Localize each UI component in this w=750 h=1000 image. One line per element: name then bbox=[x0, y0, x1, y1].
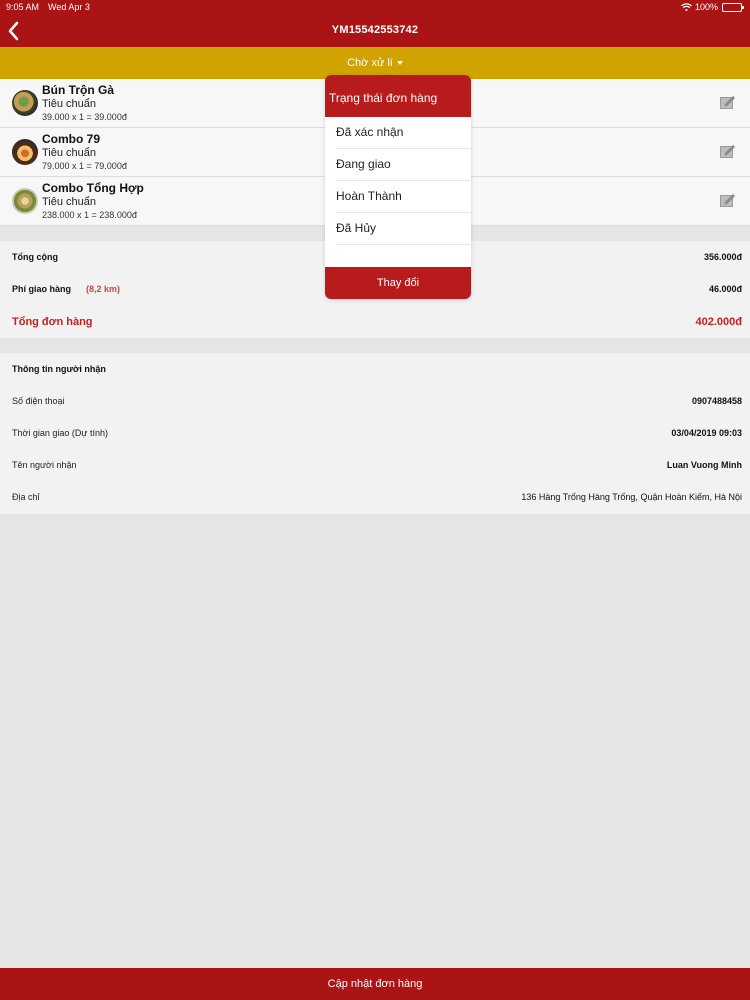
product-variant: Tiêu chuẩn bbox=[42, 196, 97, 208]
subtotal-value: 356.000đ bbox=[703, 252, 742, 262]
address-label: Địa chỉ bbox=[12, 492, 40, 502]
order-id-title: YM15542553742 bbox=[331, 24, 419, 36]
grand-total-label: Tổng đơn hàng bbox=[12, 316, 93, 328]
product-variant: Tiêu chuẩn bbox=[42, 98, 97, 110]
shipping-value: 46.000đ bbox=[708, 284, 742, 294]
order-status-label: Chờ xử lí bbox=[347, 57, 393, 69]
product-thumbnail bbox=[12, 139, 38, 165]
order-status-popup: Trạng thái đơn hàng Đã xác nhận Đang gia… bbox=[325, 75, 471, 299]
product-name: Combo Tổng Hợp bbox=[42, 181, 144, 195]
phone-value: 0907488458 bbox=[691, 396, 742, 406]
status-option-delivering[interactable]: Đang giao bbox=[336, 149, 471, 181]
product-thumbnail bbox=[12, 90, 38, 116]
receiver-info: Thông tin người nhận Số điện thoại 09074… bbox=[0, 353, 750, 514]
status-option-cancelled[interactable]: Đã Hủy bbox=[336, 213, 471, 245]
delivery-time-label: Thời gian giao (Dự tính) bbox=[12, 428, 108, 438]
shipping-distance: (8,2 km) bbox=[86, 284, 121, 294]
grand-total-row: Tổng đơn hàng 402.000đ bbox=[0, 316, 750, 336]
status-option-completed[interactable]: Hoàn Thành bbox=[336, 181, 471, 213]
phone-label: Số điện thoại bbox=[12, 396, 65, 406]
delivery-time-value: 03/04/2019 09:03 bbox=[671, 428, 742, 438]
product-price-calc: 238.000 x 1 = 238.000đ bbox=[42, 210, 137, 220]
product-price-calc: 79.000 x 1 = 79.000đ bbox=[42, 161, 127, 171]
edit-icon[interactable] bbox=[720, 95, 736, 109]
product-variant: Tiêu chuẩn bbox=[42, 147, 97, 159]
receiver-title: Thông tin người nhận bbox=[12, 364, 106, 374]
status-time: 9:05 AM bbox=[6, 2, 40, 12]
status-right: 100% bbox=[681, 2, 744, 12]
change-status-button[interactable]: Thay đổi bbox=[325, 267, 471, 299]
edit-icon[interactable] bbox=[720, 144, 736, 158]
battery-icon bbox=[722, 2, 744, 12]
popup-spacer bbox=[336, 245, 471, 267]
system-status-bar: 9:05 AM Wed Apr 3 100% bbox=[0, 0, 750, 14]
shipping-label: Phí giao hàng bbox=[12, 284, 72, 294]
product-name: Combo 79 bbox=[42, 132, 101, 146]
update-order-button[interactable]: Cập nhật đơn hàng bbox=[0, 968, 750, 1000]
popup-title: Trạng thái đơn hàng bbox=[325, 75, 471, 117]
product-thumbnail bbox=[12, 188, 38, 214]
app-header: 9:05 AM Wed Apr 3 100% YM15542553742 bbox=[0, 0, 750, 47]
receiver-name-label: Tên người nhận bbox=[12, 460, 77, 470]
grand-total-value: 402.000đ bbox=[695, 316, 742, 328]
wifi-icon bbox=[681, 3, 692, 11]
status-date: Wed Apr 3 bbox=[48, 2, 90, 12]
address-value: 136 Hàng Trống Hàng Trống, Quận Hoàn Kiế… bbox=[521, 492, 742, 502]
product-price-calc: 39.000 x 1 = 39.000đ bbox=[42, 112, 127, 122]
caret-down-icon bbox=[396, 61, 403, 66]
product-name: Bún Trộn Gà bbox=[42, 83, 114, 97]
edit-icon[interactable] bbox=[720, 193, 736, 207]
subtotal-label: Tổng cộng bbox=[12, 252, 58, 262]
battery-percent: 100% bbox=[694, 2, 718, 12]
receiver-name-value: Luan Vuong Minh bbox=[666, 460, 742, 470]
status-option-confirmed[interactable]: Đã xác nhận bbox=[336, 117, 471, 149]
